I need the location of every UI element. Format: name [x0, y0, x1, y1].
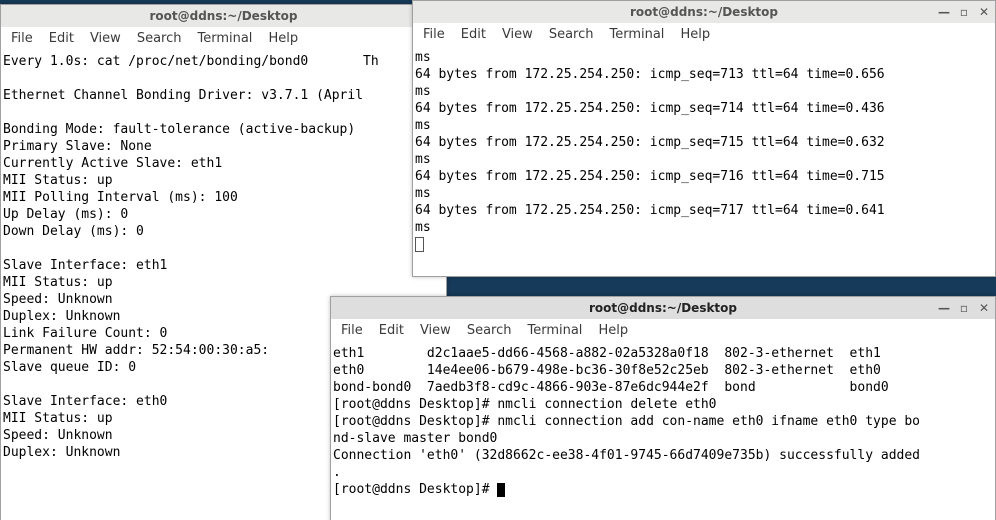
- menu-terminal[interactable]: Terminal: [603, 25, 674, 44]
- close-icon[interactable]: ✕: [977, 5, 991, 19]
- terminal-text: eth1 d2c1aae5-dd66-4568-a882-02a5328a0f1…: [333, 346, 920, 497]
- menu-terminal[interactable]: Terminal: [191, 29, 262, 48]
- menu-edit[interactable]: Edit: [455, 25, 496, 44]
- menu-file[interactable]: File: [417, 25, 455, 44]
- window-controls: — ▫ ✕: [937, 301, 991, 315]
- menu-view[interactable]: View: [496, 25, 543, 44]
- menu-edit[interactable]: Edit: [43, 29, 84, 48]
- menu-file[interactable]: File: [335, 321, 373, 340]
- terminal-output[interactable]: eth1 d2c1aae5-dd66-4568-a882-02a5328a0f1…: [331, 344, 995, 520]
- terminal-text: ms 64 bytes from 172.25.254.250: icmp_se…: [415, 50, 885, 235]
- menu-view[interactable]: View: [84, 29, 131, 48]
- terminal-text: Every 1.0s: cat /proc/net/bonding/bond0 …: [3, 54, 379, 460]
- menu-edit[interactable]: Edit: [373, 321, 414, 340]
- menu-search[interactable]: Search: [461, 321, 522, 340]
- menu-terminal[interactable]: Terminal: [521, 321, 592, 340]
- menu-search[interactable]: Search: [131, 29, 192, 48]
- cursor-icon: [415, 237, 424, 252]
- terminal-window-right-bottom: root@ddns:~/Desktop — ▫ ✕ File Edit View…: [330, 296, 996, 520]
- window-controls: — ▫ ✕: [937, 5, 991, 19]
- titlebar[interactable]: root@ddns:~/Desktop — ▫ ✕: [331, 297, 995, 319]
- titlebar[interactable]: root@ddns:~/Desktop: [1, 5, 446, 27]
- window-title: root@ddns:~/Desktop: [331, 301, 995, 315]
- window-title: root@ddns:~/Desktop: [413, 5, 995, 19]
- terminal-output[interactable]: ms 64 bytes from 172.25.254.250: icmp_se…: [413, 48, 995, 276]
- menubar: File Edit View Search Terminal Help: [1, 27, 446, 52]
- cursor-icon: [497, 483, 505, 497]
- menu-help[interactable]: Help: [674, 25, 720, 44]
- menubar: File Edit View Search Terminal Help: [331, 319, 995, 344]
- minimize-icon[interactable]: —: [937, 5, 951, 19]
- menu-view[interactable]: View: [414, 321, 461, 340]
- terminal-window-right-top: root@ddns:~/Desktop — ▫ ✕ File Edit View…: [412, 0, 996, 277]
- close-icon[interactable]: ✕: [977, 301, 991, 315]
- maximize-icon[interactable]: ▫: [957, 301, 971, 315]
- menu-search[interactable]: Search: [543, 25, 604, 44]
- menubar: File Edit View Search Terminal Help: [413, 23, 995, 48]
- menu-help[interactable]: Help: [262, 29, 308, 48]
- menu-help[interactable]: Help: [592, 321, 638, 340]
- minimize-icon[interactable]: —: [937, 301, 951, 315]
- maximize-icon[interactable]: ▫: [957, 5, 971, 19]
- menu-file[interactable]: File: [5, 29, 43, 48]
- titlebar[interactable]: root@ddns:~/Desktop — ▫ ✕: [413, 1, 995, 23]
- window-title: root@ddns:~/Desktop: [1, 9, 446, 23]
